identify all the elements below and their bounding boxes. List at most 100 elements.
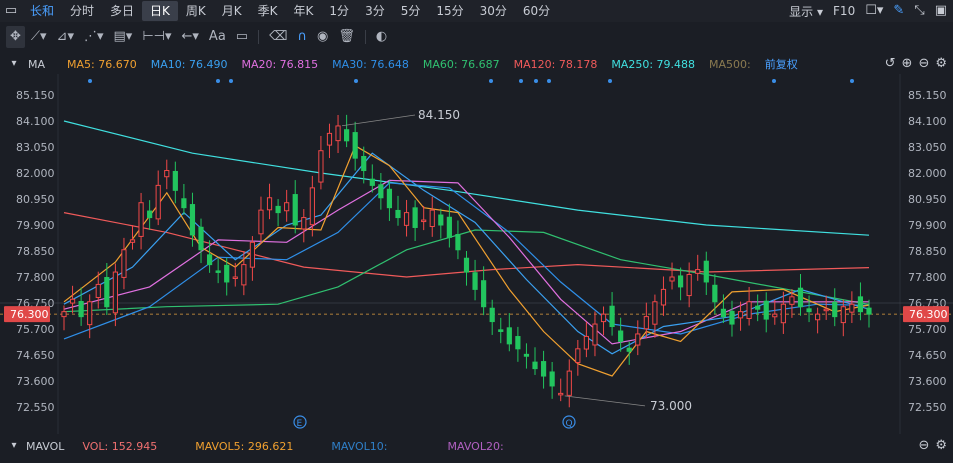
- candlestick-chart[interactable]: 85.150 85.150 84.100 84.100 83.050 83.050 82.0…: [0, 74, 953, 434]
- remove-icon[interactable]: ⊖: [918, 55, 929, 73]
- eraser-icon[interactable]: ⌫: [265, 26, 291, 48]
- candle-body: [695, 269, 701, 274]
- right-tick-label: 85.150: [908, 89, 947, 102]
- candle-body: [840, 306, 846, 324]
- candle-body: [780, 303, 786, 324]
- square-menu-icon[interactable]: ☐▾: [865, 2, 883, 20]
- event-marker-dot: [354, 79, 358, 83]
- line-tool-icon[interactable]: ⟋▾: [27, 26, 51, 48]
- tab-9[interactable]: 3分: [357, 1, 393, 21]
- candle-body: [746, 301, 752, 320]
- ma-value-0: MA5: 76.670: [67, 57, 137, 71]
- candle-body: [121, 249, 127, 278]
- mavol-label: MAVOL: [26, 439, 65, 453]
- candle-body: [112, 271, 118, 314]
- tab-10[interactable]: 5分: [393, 1, 429, 21]
- wave-tool-icon[interactable]: ⋰▾: [80, 26, 108, 48]
- candle-body: [463, 257, 470, 273]
- candle-body: [866, 307, 872, 315]
- low-pointer: [564, 395, 646, 407]
- pen-icon[interactable]: ✎: [893, 2, 904, 20]
- left-tick-label: 85.150: [16, 89, 55, 102]
- candle-body: [249, 241, 256, 268]
- eye-icon[interactable]: ◉: [313, 26, 332, 48]
- expand-icon[interactable]: ⤡: [914, 2, 924, 20]
- candle-body: [652, 301, 658, 325]
- candle-body: [301, 217, 307, 230]
- candle-body: [129, 239, 136, 243]
- add-icon[interactable]: ⊕: [902, 55, 913, 73]
- arrow-tool-icon[interactable]: ←▾: [178, 26, 203, 48]
- channel-tool-icon[interactable]: ⊿▾: [53, 26, 78, 48]
- collapse-icon[interactable]: ▾: [6, 437, 22, 455]
- undo-icon[interactable]: ↺: [885, 55, 896, 73]
- high-pointer: [341, 114, 416, 127]
- candle-body: [532, 361, 538, 370]
- candle-body: [506, 327, 512, 345]
- toolbar-divider: [364, 30, 366, 44]
- candle-body: [703, 260, 709, 283]
- right-tick-label: 83.050: [908, 141, 947, 154]
- candle-body: [138, 202, 144, 237]
- tab-4[interactable]: 周K: [178, 1, 214, 21]
- event-marker-dot: [534, 79, 538, 83]
- tab-0[interactable]: 长和: [22, 1, 62, 21]
- tab-5[interactable]: 月K: [214, 1, 250, 21]
- left-tick-label: 79.900: [16, 219, 55, 232]
- display-menu[interactable]: 显示 ▾: [789, 3, 823, 20]
- high-label: 84.150: [418, 108, 460, 122]
- toggle-icon[interactable]: ◐: [372, 26, 391, 48]
- remove-icon[interactable]: ⊖: [918, 437, 929, 455]
- low-label: 73.000: [650, 399, 692, 413]
- candle-body: [198, 226, 204, 251]
- candle-body: [566, 370, 572, 396]
- settings-icon[interactable]: ⚙: [935, 437, 947, 455]
- candle-body: [575, 348, 581, 363]
- candle-body: [352, 132, 358, 159]
- candle-body: [232, 276, 238, 279]
- candle-body: [789, 296, 795, 305]
- sidebar-toggle-icon[interactable]: ▭: [0, 2, 22, 20]
- candle-body: [378, 184, 384, 199]
- crosshair-icon[interactable]: ✥: [6, 26, 25, 48]
- tabs-right-tools: 显示 ▾ F10 ☐▾ ✎ ⤡ ▣: [789, 2, 953, 20]
- comment-tool-icon[interactable]: ▭: [232, 26, 252, 48]
- candle-body: [549, 371, 555, 387]
- candle-body: [284, 202, 290, 212]
- mavol5-value: MAVOL5: 296.621: [195, 439, 294, 453]
- candle-body: [429, 209, 435, 228]
- tab-6[interactable]: 季K: [250, 1, 286, 21]
- candle-body: [481, 280, 487, 308]
- text-tool-icon[interactable]: Aa: [205, 26, 230, 48]
- tab-12[interactable]: 30分: [472, 1, 515, 21]
- left-tick-label: 73.600: [16, 375, 55, 388]
- left-tick-label: 72.550: [16, 401, 55, 414]
- candle-body: [155, 184, 161, 220]
- tab-7[interactable]: 年K: [286, 1, 322, 21]
- f10-button[interactable]: F10: [833, 4, 855, 18]
- collapse-icon[interactable]: ▾: [6, 55, 22, 73]
- tab-8[interactable]: 1分: [321, 1, 357, 21]
- ma-value-5: MA120: 78.178: [513, 57, 598, 71]
- window-icon[interactable]: ▣: [935, 2, 947, 20]
- event-marker-dot: [519, 79, 523, 83]
- tab-13[interactable]: 60分: [515, 1, 558, 21]
- magnet-icon[interactable]: ∩: [293, 26, 311, 48]
- trash-icon[interactable]: 🗑: [334, 26, 359, 48]
- right-tick-label: 80.950: [908, 193, 947, 206]
- tab-2[interactable]: 多日: [102, 1, 142, 21]
- left-tick-label: 82.000: [16, 167, 55, 180]
- tab-3[interactable]: 日K: [142, 1, 178, 21]
- adjust-label[interactable]: 前复权: [765, 56, 798, 72]
- indicator-tool-icon[interactable]: ▤▾: [110, 26, 137, 48]
- toolbar-divider: [258, 30, 260, 44]
- left-tick-label: 84.100: [16, 115, 55, 128]
- measure-tool-icon[interactable]: ⊢⊣▾: [138, 26, 175, 48]
- candle-body: [643, 316, 649, 330]
- settings-icon[interactable]: ⚙: [935, 55, 947, 73]
- right-tick-label: 72.550: [908, 401, 947, 414]
- candle-body: [686, 274, 692, 297]
- tab-1[interactable]: 分时: [62, 1, 102, 21]
- candle-body: [69, 298, 76, 304]
- tab-11[interactable]: 15分: [428, 1, 471, 21]
